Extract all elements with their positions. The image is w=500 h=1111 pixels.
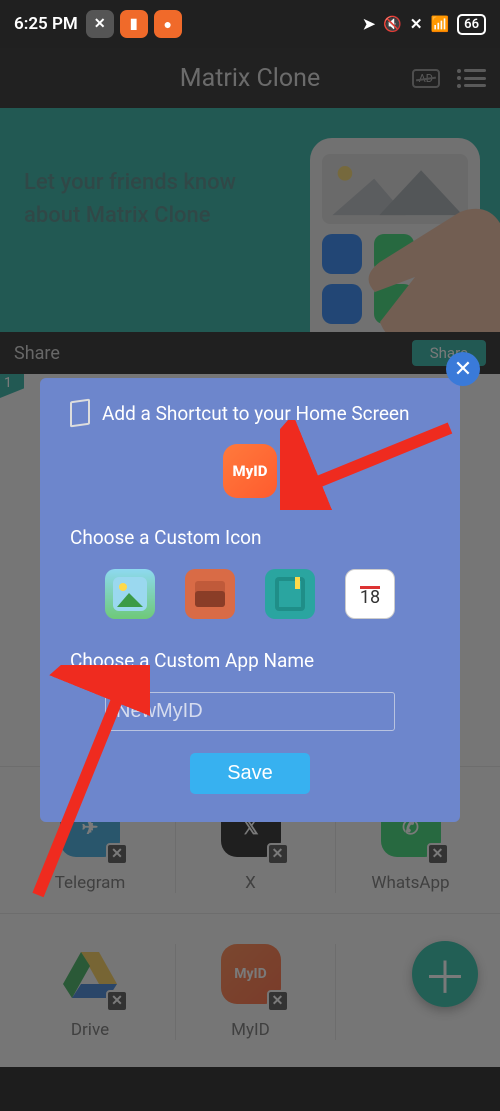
mute-icon: 🔇 <box>383 15 402 33</box>
status-chip-icon: ● <box>154 10 182 38</box>
close-icon: ✕ <box>410 15 423 33</box>
status-bar: 6:25 PM ✕ ▮ ● ➤ 🔇 ✕ 📶 66 <box>0 0 500 48</box>
status-chip-icon: ▮ <box>120 10 148 38</box>
annotation-arrow <box>30 665 150 905</box>
status-chip-icon: ✕ <box>86 10 114 38</box>
annotation-arrow <box>280 420 460 510</box>
icon-option-book[interactable] <box>265 569 315 619</box>
save-button[interactable]: Save <box>190 753 310 794</box>
location-icon: ➤ <box>363 15 376 33</box>
close-dialog-button[interactable]: ✕ <box>446 352 480 386</box>
icon-option-calendar[interactable]: ▬▬18 <box>345 569 395 619</box>
status-time: 6:25 PM <box>14 14 78 34</box>
icon-option-wallet[interactable] <box>185 569 235 619</box>
choose-icon-label: Choose a Custom Icon <box>70 526 430 549</box>
shortcut-icon <box>70 399 90 428</box>
wifi-icon: 📶 <box>430 15 449 33</box>
icon-option-gallery[interactable] <box>105 569 155 619</box>
current-app-icon[interactable]: MyID <box>223 444 277 498</box>
battery-icon: 66 <box>457 14 486 35</box>
